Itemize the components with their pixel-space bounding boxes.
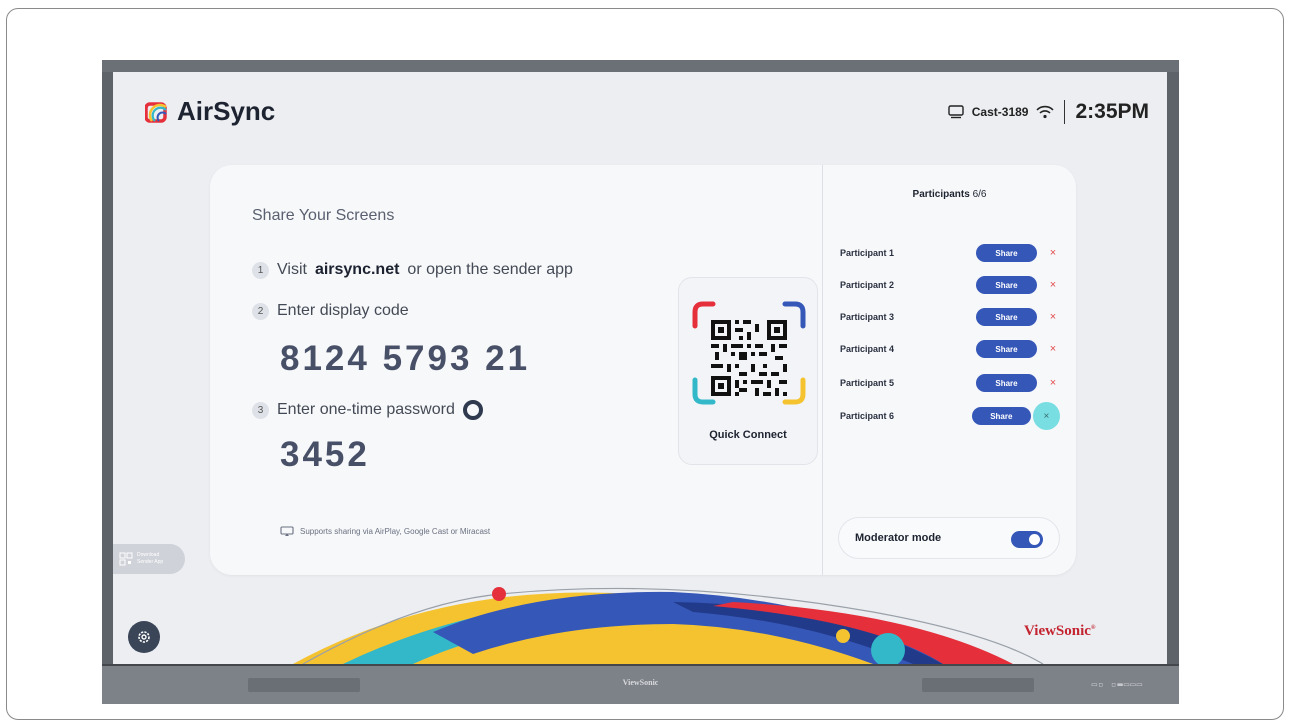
participant-name: Participant 3 (840, 312, 895, 322)
step-visit-suffix: or open the sender app (407, 261, 573, 278)
participants-count: 6/6 (972, 189, 987, 200)
share-button[interactable]: Share (976, 308, 1037, 326)
download-label-line1: Download (137, 552, 160, 558)
clock: 2:35PM (1075, 100, 1149, 123)
airsync-screen: AirSync Cast-3189 2:35PM Share Your Scre… (113, 72, 1167, 664)
remove-icon[interactable]: × (1046, 246, 1060, 260)
participant-row: Participant 6 Share × (840, 402, 1060, 430)
device-code: Cast-3189 (971, 105, 1029, 119)
participant-name: Participant 2 (840, 280, 895, 290)
airsync-logo-icon (145, 101, 167, 123)
download-label: Download Sender App (137, 552, 163, 566)
participant-name: Participant 6 (840, 411, 895, 421)
share-button[interactable]: Share (971, 407, 1031, 425)
qr-small-icon (119, 552, 133, 566)
status-divider (1064, 100, 1066, 124)
step-password-label: Enter one-time password (277, 401, 455, 418)
remove-icon[interactable]: × (1032, 402, 1060, 430)
front-ports: ▭▫ ▫▬▭▭▭ (1091, 680, 1143, 690)
share-button[interactable]: Share (976, 374, 1037, 392)
download-label-line2: Sender App (137, 559, 164, 565)
step-password: 3 Enter one-time password (252, 400, 483, 420)
decorative-waves (293, 587, 1044, 664)
step-visit-prefix: Visit (277, 261, 307, 278)
share-title: Share Your Screens (252, 207, 395, 224)
support-note: Supports sharing via AirPlay, Google Cas… (280, 526, 490, 537)
quick-connect-label: Quick Connect (709, 429, 787, 441)
remove-icon[interactable]: × (1046, 278, 1060, 292)
remove-icon[interactable]: × (1046, 342, 1060, 356)
monitor-chin: ViewSonic ▭▫ ▫▬▭▭▭ (102, 664, 1179, 704)
remove-icon[interactable]: × (1046, 310, 1060, 324)
participant-row: Participant 3 Share × (840, 307, 1060, 327)
participant-name: Participant 5 (840, 378, 895, 388)
monitor-icon (948, 105, 964, 119)
step-number: 1 (252, 261, 269, 279)
step-visit: 1 Visit airsync.net or open the sender a… (252, 261, 573, 279)
share-instructions-panel: Share Your Screens 1 Visit airsync.net o… (210, 165, 822, 575)
brand-name: ViewSonic (1024, 623, 1091, 639)
moderator-toggle[interactable] (1011, 531, 1043, 548)
settings-button[interactable] (128, 621, 160, 653)
gear-icon (138, 631, 150, 643)
airsync-link[interactable]: airsync.net (315, 261, 399, 279)
status-bar: Cast-3189 2:35PM (948, 100, 1149, 124)
support-text: Supports sharing via AirPlay, Google Cas… (300, 527, 491, 536)
share-button[interactable]: Share (976, 276, 1037, 294)
monitor-bezel (102, 60, 1179, 72)
participant-row: Participant 2 Share × (840, 275, 1060, 295)
viewsonic-logo: ViewSonic® (1024, 623, 1095, 640)
remove-icon[interactable]: × (1046, 376, 1060, 390)
share-card: Share Your Screens 1 Visit airsync.net o… (210, 165, 1076, 575)
participants-label: Participants (912, 189, 970, 200)
display-code: 8124 5793 21 (280, 339, 531, 378)
password-refresh-icon (462, 400, 483, 420)
display-monitor: AirSync Cast-3189 2:35PM Share Your Scre… (102, 60, 1179, 704)
toggle-knob (1029, 534, 1040, 545)
one-time-password: 3452 (280, 435, 370, 474)
participant-row: Participant 1 Share × (840, 243, 1060, 263)
step-number: 2 (252, 302, 269, 320)
step-display-code: 2 Enter display code (252, 302, 409, 320)
app-title: AirSync (177, 96, 276, 126)
participant-row: Participant 4 Share × (840, 339, 1060, 359)
step-number: 3 (252, 401, 269, 419)
participant-name: Participant 4 (840, 344, 895, 354)
participant-row: Participant 5 Share × (840, 373, 1060, 393)
quick-connect-card[interactable]: Quick Connect (678, 277, 818, 465)
participant-name: Participant 1 (840, 248, 895, 258)
chin-brand: ViewSonic (622, 678, 659, 687)
panel-divider (822, 165, 823, 575)
share-button[interactable]: Share (976, 244, 1037, 262)
cast-icon (280, 526, 294, 536)
qr-code-icon (692, 301, 806, 405)
moderator-mode-label: Moderator mode (855, 532, 942, 544)
step-display-code-label: Enter display code (277, 302, 409, 319)
moderator-mode-setting: Moderator mode (838, 517, 1060, 559)
share-button[interactable]: Share (976, 340, 1037, 358)
registered-mark: ® (1090, 625, 1096, 631)
wifi-icon (1036, 105, 1055, 119)
download-sender-app-button[interactable]: Download Sender App (113, 544, 185, 574)
airsync-logo: AirSync (145, 96, 275, 127)
participants-title: Participants 6/6 (823, 189, 1076, 200)
